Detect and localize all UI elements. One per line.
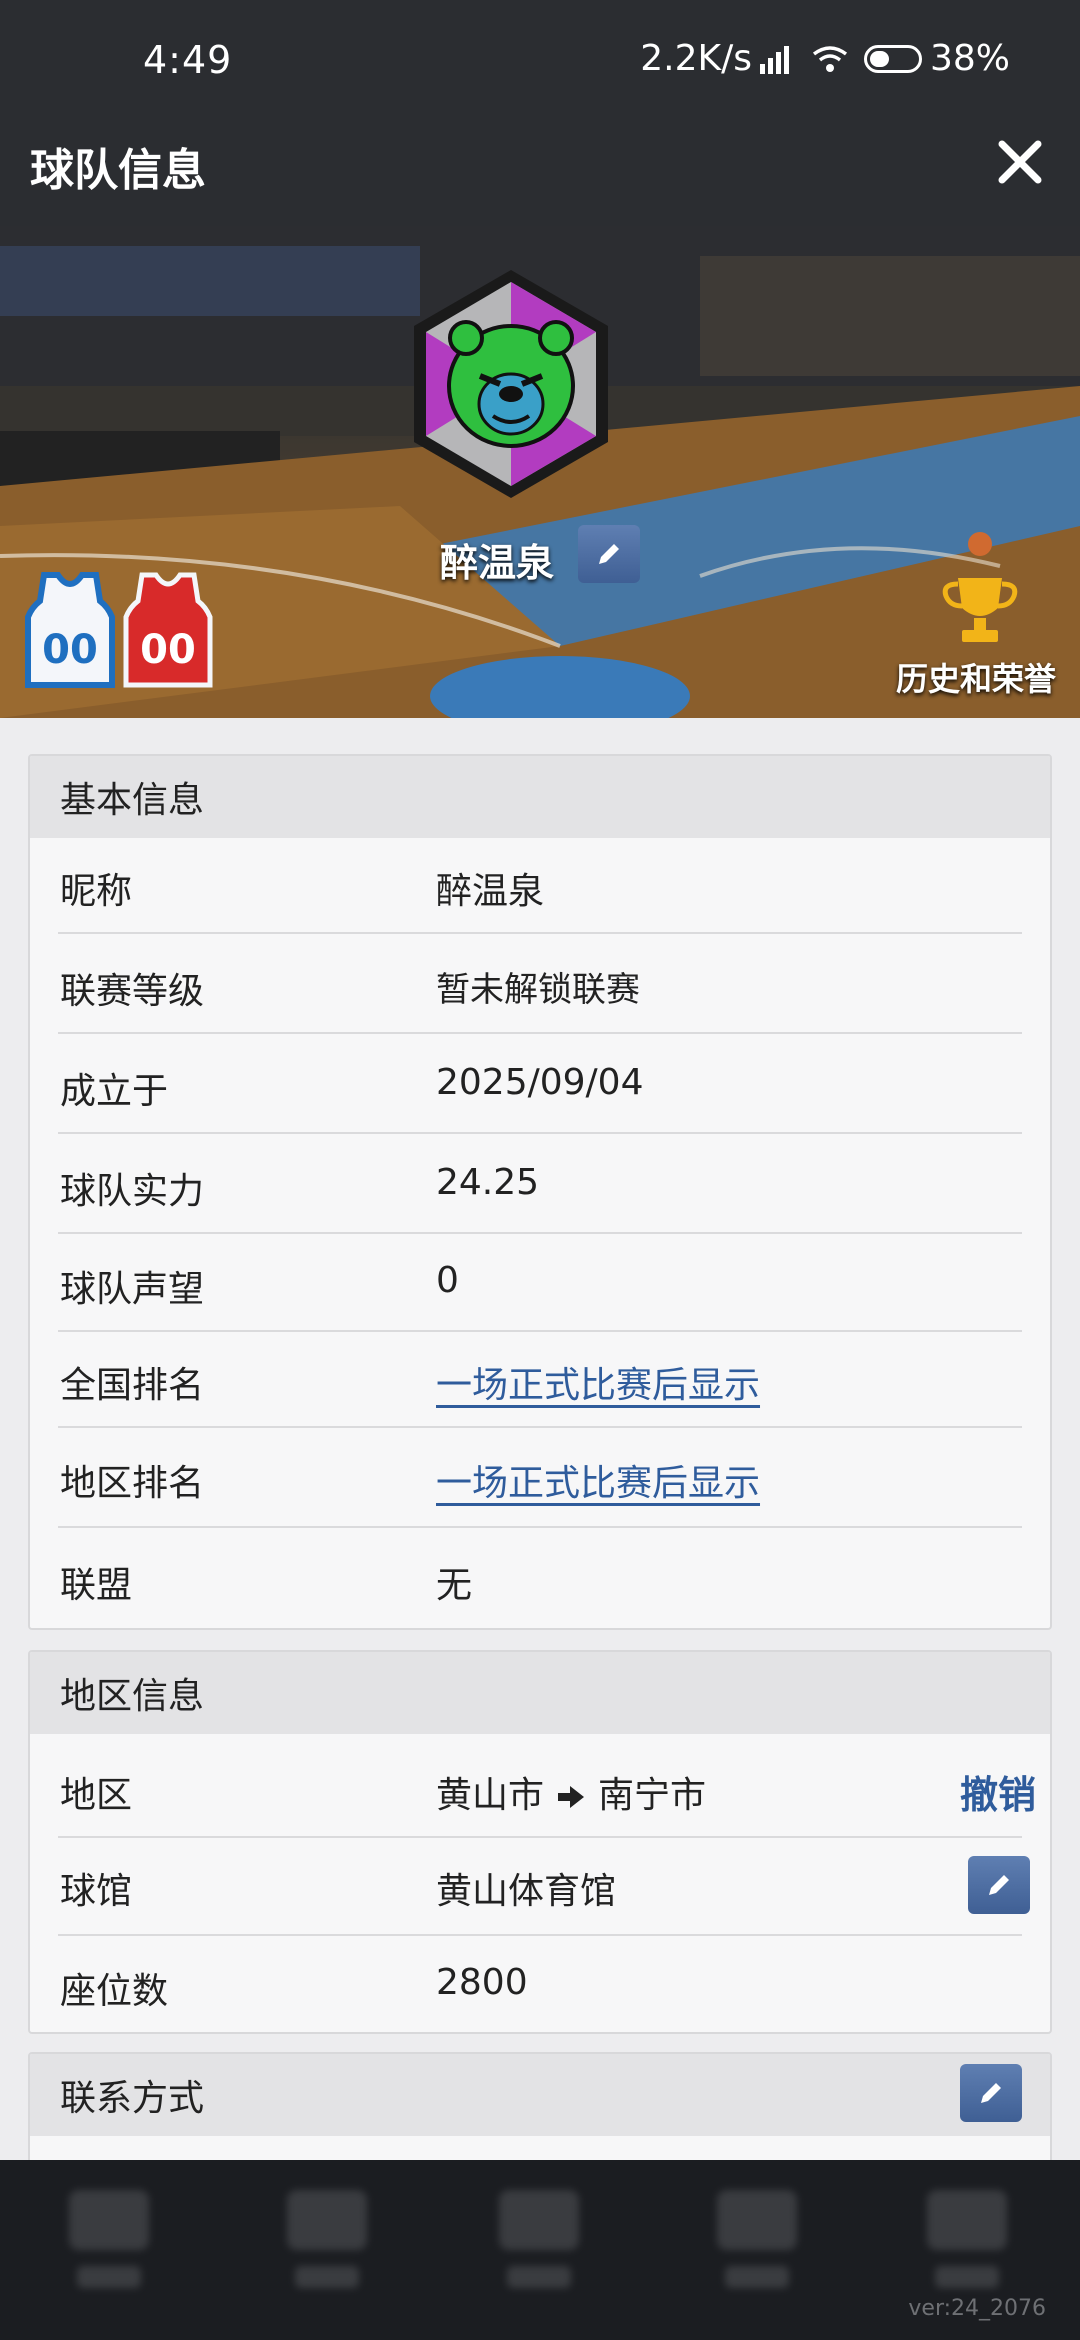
pencil-icon: [981, 2083, 1001, 2103]
contact-info-title: 联系方式: [60, 2078, 205, 2119]
info-row-alliance: 联盟 无: [58, 1528, 1022, 1628]
pencil-icon: [989, 1875, 1009, 1895]
row-value: 24.25: [436, 1162, 540, 1203]
national-rank-link[interactable]: 一场正式比赛后显示: [436, 1356, 760, 1408]
team-logo-icon: [414, 270, 608, 498]
row-value: 0: [436, 1260, 459, 1301]
region-from: 黄山市: [436, 1775, 545, 1816]
row-label: 全国排名: [60, 1365, 205, 1406]
status-bar: 4:49 2.2K/s 38%: [0, 0, 1080, 98]
basic-info-header: 基本信息: [30, 756, 1050, 838]
info-row-national-rank: 全国排名 一场正式比赛后显示: [58, 1332, 1022, 1428]
row-value: 2025/09/04: [436, 1062, 644, 1103]
home-jersey[interactable]: 00: [24, 571, 116, 689]
title-bar: 球队信息: [0, 98, 1080, 226]
seats-row: 座位数 2800: [58, 1936, 1022, 2032]
contact-info-card: 联系方式: [28, 2052, 1052, 2160]
battery-percent: 38%: [929, 38, 1010, 79]
edit-team-name-button[interactable]: [578, 525, 640, 583]
row-value: 无: [436, 1565, 473, 1606]
nav-item-5[interactable]: [922, 2190, 1012, 2310]
row-label: 球队声望: [60, 1269, 205, 1310]
region-info-header: 地区信息: [30, 1652, 1050, 1734]
home-jersey-number: 00: [42, 627, 98, 673]
arrow-right-icon: [558, 1786, 585, 1808]
info-row-regional-rank: 地区排名 一场正式比赛后显示: [58, 1428, 1022, 1528]
row-label: 地区: [60, 1775, 133, 1816]
edit-arena-button[interactable]: [968, 1856, 1030, 1914]
version-label: ver:24_2076: [908, 2296, 1046, 2321]
team-banner: 醉温泉 00 00 历史和荣誉: [0, 226, 1080, 718]
row-label: 地区排名: [60, 1463, 205, 1504]
info-row-strength: 球队实力 24.25: [58, 1134, 1022, 1234]
away-jersey-number: 00: [140, 627, 196, 673]
row-value: 醉温泉: [436, 871, 545, 912]
status-time: 4:49: [143, 38, 233, 82]
arena-row: 球馆 黄山体育馆: [58, 1838, 1030, 1936]
nav-item-3[interactable]: [494, 2190, 584, 2310]
close-icon[interactable]: [992, 134, 1048, 190]
home-jersey-icon: 00: [25, 572, 115, 688]
row-label: 座位数: [60, 1971, 169, 2012]
content-area: 基本信息 昵称 醉温泉 联赛等级 暂未解锁联赛 成立于 2025/09/04 球…: [0, 718, 1080, 2160]
away-jersey-icon: 00: [123, 572, 213, 688]
network-speed: 2.2K/s: [640, 38, 752, 79]
revoke-button[interactable]: 撤销: [960, 1764, 1036, 1819]
region-info-card: 地区信息 地区 黄山市 南宁市 撤销 球馆 黄山体育馆 座位数 2800: [28, 1650, 1052, 2034]
pencil-icon: [599, 544, 619, 564]
info-row-founded: 成立于 2025/09/04: [58, 1034, 1022, 1134]
info-row-league: 联赛等级 暂未解锁联赛: [58, 934, 1022, 1034]
battery-icon: [863, 44, 922, 73]
trophy-icon[interactable]: [940, 574, 1020, 646]
status-indicators: 2.2K/s 38%: [640, 38, 1010, 79]
row-value: 暂未解锁联赛: [436, 970, 640, 1010]
contact-info-header: 联系方式: [30, 2054, 1050, 2136]
info-row-nickname: 昵称 醉温泉: [58, 838, 1022, 934]
regional-rank-link[interactable]: 一场正式比赛后显示: [436, 1454, 760, 1506]
region-change-value: 黄山市 南宁市: [436, 1766, 706, 1818]
away-jersey[interactable]: 00: [122, 571, 214, 689]
region-row: 地区 黄山市 南宁市 撤销: [58, 1734, 1036, 1838]
arena-value: 黄山体育馆: [436, 1871, 617, 1912]
page-title: 球队信息: [30, 145, 206, 196]
nav-item-1[interactable]: [64, 2190, 154, 2310]
nav-item-4[interactable]: [712, 2190, 802, 2310]
row-label: 昵称: [60, 871, 133, 912]
row-label: 球队实力: [60, 1171, 205, 1212]
info-row-prestige: 球队声望 0: [58, 1234, 1022, 1332]
row-label: 球馆: [60, 1871, 133, 1912]
history-honors-link[interactable]: 历史和荣誉: [896, 654, 1056, 700]
row-label: 联盟: [60, 1565, 133, 1606]
seats-value: 2800: [436, 1962, 528, 2003]
region-to: 南宁市: [598, 1775, 707, 1816]
team-name: 醉温泉: [440, 541, 555, 585]
row-label: 联赛等级: [60, 971, 205, 1012]
basic-info-card: 基本信息 昵称 醉温泉 联赛等级 暂未解锁联赛 成立于 2025/09/04 球…: [28, 754, 1052, 1630]
signal-icon: [759, 44, 794, 74]
row-label: 成立于: [60, 1071, 169, 1112]
nav-item-2[interactable]: [282, 2190, 372, 2310]
edit-contact-button[interactable]: [960, 2064, 1022, 2122]
wifi-icon: [812, 45, 848, 72]
